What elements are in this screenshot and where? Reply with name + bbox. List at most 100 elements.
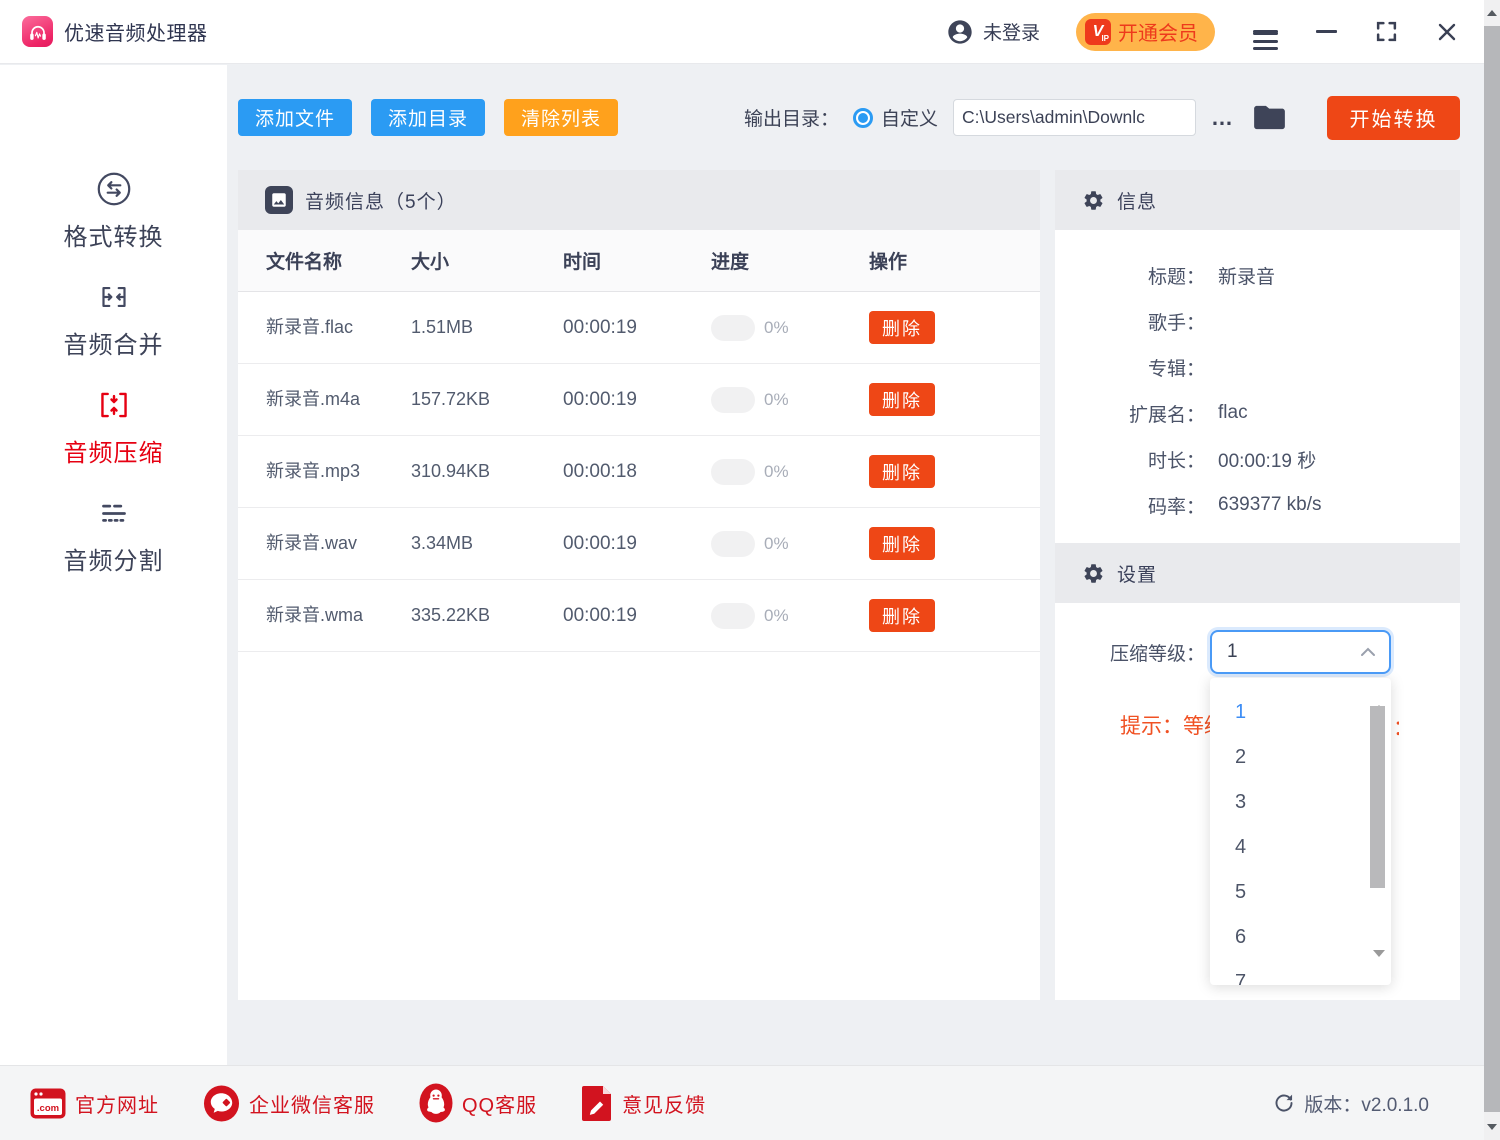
file-name: 新录音.mp3 bbox=[266, 461, 360, 481]
close-button[interactable] bbox=[1436, 21, 1458, 43]
official-site-link[interactable]: .com 官方网址 bbox=[30, 1088, 159, 1119]
panels: 音频信息（5个） 文件名称 大小 时间 进度 操作 新录音.flac 1.51M… bbox=[227, 170, 1484, 1000]
toolbar: 添加文件 添加目录 清除列表 输出目录： 自定义 … 开始转换 bbox=[227, 65, 1484, 170]
wechat-icon bbox=[203, 1085, 240, 1122]
login-area[interactable]: 未登录 bbox=[946, 18, 1040, 46]
audio-list-title: 音频信息（5个） bbox=[305, 187, 457, 214]
field-label: 歌手： bbox=[1055, 308, 1205, 335]
menu-button[interactable] bbox=[1253, 28, 1278, 36]
dropdown-scroll-thumb[interactable] bbox=[1370, 706, 1385, 888]
dropdown-option[interactable]: 5 bbox=[1210, 870, 1391, 915]
sidebar-item-label: 音频压缩 bbox=[64, 433, 164, 468]
dropdown-option[interactable]: 6 bbox=[1210, 915, 1391, 960]
feedback-link[interactable]: 意见反馈 bbox=[581, 1085, 706, 1122]
progress-value: 0% bbox=[764, 462, 789, 482]
col-time: 时间 bbox=[563, 247, 711, 274]
open-folder-icon[interactable] bbox=[1254, 104, 1285, 131]
vip-button[interactable]: VIP 开通会员 bbox=[1076, 13, 1215, 51]
footer: .com 官方网址 企业微信客服 QQ客服 bbox=[0, 1065, 1484, 1140]
file-name: 新录音.wma bbox=[266, 605, 363, 625]
progress-bar bbox=[711, 459, 755, 485]
link-label: 意见反馈 bbox=[622, 1089, 706, 1118]
table-row[interactable]: 新录音.flac 1.51MB 00:00:19 0% 删除 bbox=[238, 292, 1040, 364]
start-convert-button[interactable]: 开始转换 bbox=[1327, 96, 1460, 140]
dropdown-scrollbar[interactable] bbox=[1370, 686, 1386, 977]
dropdown-option[interactable]: 4 bbox=[1210, 825, 1391, 870]
audio-info-icon bbox=[265, 186, 293, 214]
login-status[interactable]: 未登录 bbox=[983, 18, 1040, 45]
sidebar-item-audio-split[interactable]: 音频分割 bbox=[64, 491, 164, 576]
field-label: 专辑： bbox=[1055, 354, 1205, 381]
select-value: 1 bbox=[1227, 641, 1238, 663]
table-row[interactable]: 新录音.wav 3.34MB 00:00:19 0% 删除 bbox=[238, 508, 1040, 580]
more-options-button[interactable]: … bbox=[1211, 105, 1234, 131]
audio-list-header: 音频信息（5个） bbox=[238, 170, 1040, 230]
sidebar: 格式转换 音频合并 音频压缩 bbox=[0, 65, 227, 1065]
add-folder-button[interactable]: 添加目录 bbox=[371, 99, 485, 136]
file-size: 335.22KB bbox=[411, 605, 563, 626]
svg-text:.com: .com bbox=[37, 1103, 59, 1114]
scroll-down-button[interactable] bbox=[1484, 1114, 1500, 1140]
sidebar-item-audio-merge[interactable]: 音频合并 bbox=[64, 275, 164, 360]
delete-button[interactable]: 删除 bbox=[869, 599, 935, 632]
qq-icon bbox=[419, 1083, 453, 1123]
refresh-icon[interactable] bbox=[1273, 1092, 1295, 1114]
sidebar-item-audio-compress[interactable]: 音频压缩 bbox=[64, 383, 164, 468]
compress-level-select[interactable]: 1 bbox=[1210, 630, 1391, 674]
progress-bar bbox=[711, 603, 755, 629]
progress-bar bbox=[711, 315, 755, 341]
table-row[interactable]: 新录音.mp3 310.94KB 00:00:18 0% 删除 bbox=[238, 436, 1040, 508]
field-value: 639377 kb/s bbox=[1218, 494, 1322, 516]
delete-button[interactable]: 删除 bbox=[869, 383, 935, 416]
add-file-button[interactable]: 添加文件 bbox=[238, 99, 352, 136]
version-label: 版本： bbox=[1304, 1095, 1361, 1116]
maximize-button[interactable] bbox=[1375, 20, 1398, 43]
file-name: 新录音.flac bbox=[266, 317, 353, 337]
version-area: 版本：v2.0.1.0 bbox=[1273, 1090, 1429, 1117]
dropdown-option[interactable]: 1 bbox=[1210, 690, 1391, 735]
detail-panel: 信息 标题：新录音 歌手： 专辑： 扩展名：flac 时长：00:00:19 秒… bbox=[1055, 170, 1460, 1000]
dropdown-option[interactable]: 7 bbox=[1210, 960, 1391, 985]
col-action: 操作 bbox=[869, 247, 1040, 274]
file-time: 00:00:19 bbox=[563, 533, 711, 555]
sidebar-item-format-convert[interactable]: 格式转换 bbox=[64, 167, 164, 252]
output-path-input[interactable] bbox=[953, 99, 1196, 136]
delete-button[interactable]: 删除 bbox=[869, 455, 935, 488]
clear-list-button[interactable]: 清除列表 bbox=[504, 99, 618, 136]
website-icon: .com bbox=[30, 1088, 66, 1119]
main-content: 添加文件 添加目录 清除列表 输出目录： 自定义 … 开始转换 bbox=[227, 65, 1484, 1065]
field-label: 标题： bbox=[1055, 262, 1205, 289]
tip-fragment: ： bbox=[1393, 712, 1399, 742]
window-scrollbar[interactable] bbox=[1484, 0, 1500, 1140]
field-label: 扩展名： bbox=[1055, 400, 1205, 427]
custom-radio-label: 自定义 bbox=[881, 104, 938, 131]
scroll-thumb[interactable] bbox=[1484, 26, 1500, 1112]
qq-support-link[interactable]: QQ客服 bbox=[419, 1083, 537, 1123]
table-row[interactable]: 新录音.wma 335.22KB 00:00:19 0% 删除 bbox=[238, 580, 1040, 652]
sidebar-item-label: 音频合并 bbox=[64, 325, 164, 360]
delete-button[interactable]: 删除 bbox=[869, 311, 935, 344]
settings-header: 设置 bbox=[1055, 543, 1460, 603]
file-name: 新录音.m4a bbox=[266, 389, 360, 409]
field-value: 00:00:19 秒 bbox=[1218, 446, 1316, 473]
sidebar-item-label: 格式转换 bbox=[64, 217, 164, 252]
file-time: 00:00:19 bbox=[563, 605, 711, 627]
table-row[interactable]: 新录音.m4a 157.72KB 00:00:19 0% 删除 bbox=[238, 364, 1040, 436]
minimize-button[interactable] bbox=[1316, 30, 1337, 33]
progress-value: 0% bbox=[764, 534, 789, 554]
progress-bar bbox=[711, 387, 755, 413]
progress-value: 0% bbox=[764, 606, 789, 626]
link-label: 官方网址 bbox=[75, 1089, 159, 1118]
dropdown-option[interactable]: 3 bbox=[1210, 780, 1391, 825]
file-time: 00:00:19 bbox=[563, 389, 711, 411]
file-name: 新录音.wav bbox=[266, 533, 357, 553]
link-label: 企业微信客服 bbox=[249, 1089, 375, 1118]
custom-radio[interactable] bbox=[853, 108, 873, 128]
wechat-support-link[interactable]: 企业微信客服 bbox=[203, 1085, 375, 1122]
delete-button[interactable]: 删除 bbox=[869, 527, 935, 560]
settings-title: 设置 bbox=[1117, 560, 1157, 587]
dropdown-option[interactable]: 2 bbox=[1210, 735, 1391, 780]
field-value: 新录音 bbox=[1218, 262, 1275, 289]
format-convert-icon bbox=[93, 167, 135, 211]
scroll-up-button[interactable] bbox=[1484, 0, 1500, 26]
